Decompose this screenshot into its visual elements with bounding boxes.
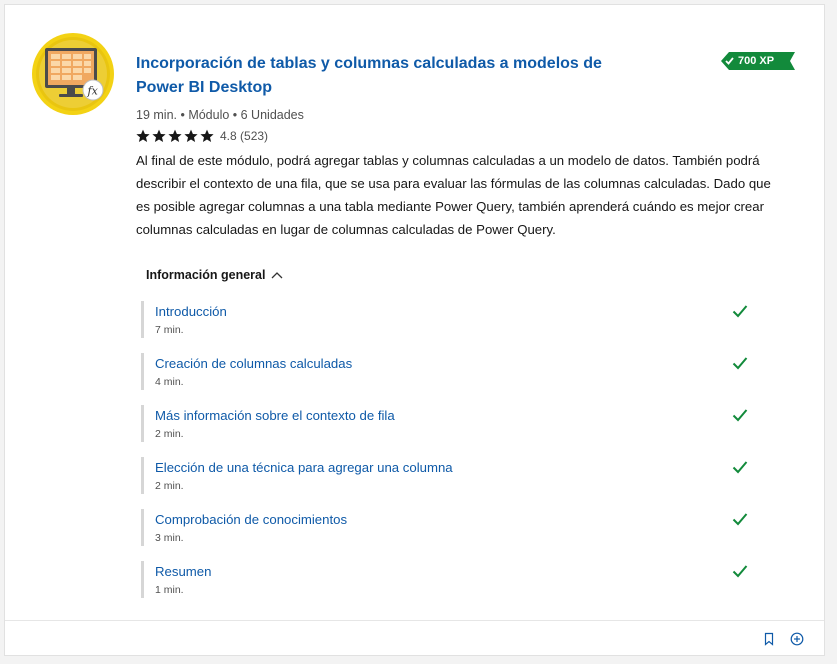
checkmark-icon	[732, 565, 748, 578]
checkmark-icon	[732, 513, 748, 526]
unit-duration: 3 min.	[155, 532, 184, 544]
checkmark-icon	[732, 357, 748, 370]
star-icon	[168, 129, 182, 142]
module-title[interactable]: Incorporación de tablas y columnas calcu…	[136, 52, 606, 100]
checkmark-icon	[732, 305, 748, 318]
unit-duration: 2 min.	[155, 428, 184, 440]
checkmark-icon	[732, 409, 748, 422]
unit-link[interactable]: Resumen	[155, 563, 751, 580]
overview-toggle[interactable]: Información general	[146, 268, 283, 282]
unit-item: Creación de columnas calculadas 4 min.	[141, 353, 751, 390]
unit-duration: 2 min.	[155, 480, 184, 492]
unit-link[interactable]: Introducción	[155, 303, 751, 320]
rating: 4.8 (523)	[136, 129, 268, 143]
rating-count: (523)	[240, 129, 269, 143]
star-icon	[136, 129, 150, 142]
chevron-up-icon	[272, 272, 283, 279]
module-description: Al final de este módulo, podrá agregar t…	[136, 153, 771, 237]
unit-duration: 4 min.	[155, 376, 184, 388]
footer-divider	[5, 620, 824, 621]
module-card: fx 700 XP Incorporación de tablas y colu…	[4, 4, 825, 656]
bookmark-icon[interactable]	[762, 632, 776, 646]
module-meta: 19 min. • Módulo • 6 Unidades	[136, 108, 304, 122]
unit-item: Comprobación de conocimientos 3 min.	[141, 509, 751, 546]
unit-link[interactable]: Elección de una técnica para agregar una…	[155, 459, 751, 476]
unit-link[interactable]: Creación de columnas calculadas	[155, 355, 751, 372]
star-icon	[152, 129, 166, 142]
unit-link[interactable]: Comprobación de conocimientos	[155, 511, 751, 528]
rating-value: 4.8	[220, 129, 237, 143]
unit-item: Elección de una técnica para agregar una…	[141, 457, 751, 494]
overview-label: Información general	[146, 268, 266, 282]
rating-stars	[136, 129, 214, 143]
spreadsheet-monitor-fx-icon: fx	[32, 33, 114, 115]
checkmark-icon	[732, 461, 748, 474]
xp-label: 700 XP	[738, 55, 775, 67]
star-icon	[184, 129, 198, 142]
unit-duration: 7 min.	[155, 324, 184, 336]
star-icon	[200, 129, 214, 142]
unit-item: Más información sobre el contexto de fil…	[141, 405, 751, 442]
unit-item: Resumen 1 min.	[141, 561, 751, 598]
unit-link[interactable]: Más información sobre el contexto de fil…	[155, 407, 751, 424]
unit-item: Introducción 7 min.	[141, 301, 751, 338]
svg-text:fx: fx	[87, 85, 99, 98]
unit-duration: 1 min.	[155, 584, 184, 596]
add-circle-icon[interactable]	[790, 632, 804, 646]
